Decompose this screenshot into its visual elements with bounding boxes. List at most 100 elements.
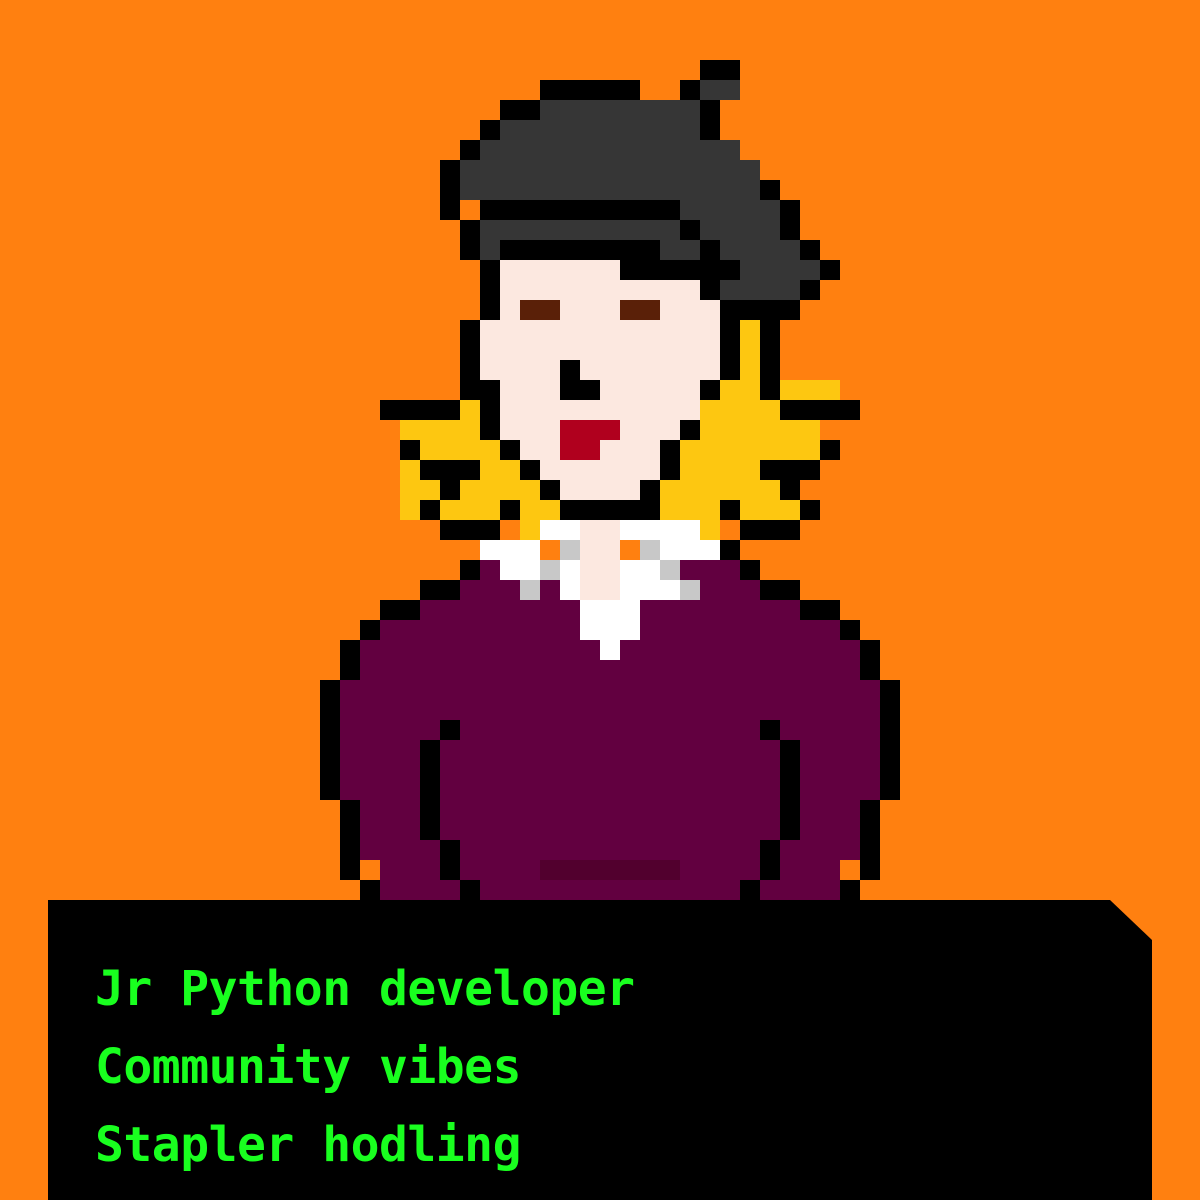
sweater-outline bbox=[860, 640, 880, 680]
hair-outline bbox=[680, 80, 700, 100]
hair-outline bbox=[800, 240, 820, 260]
collar-outline bbox=[720, 540, 740, 560]
sweater-outline bbox=[840, 620, 860, 640]
blonde-hair-left bbox=[520, 520, 540, 540]
arm-line bbox=[420, 740, 440, 840]
hair-outline bbox=[540, 80, 640, 100]
arm-line bbox=[780, 740, 800, 840]
sweater-outline bbox=[340, 800, 360, 880]
hair-outline bbox=[500, 100, 540, 120]
collar-shadow bbox=[540, 560, 560, 580]
blonde-outline bbox=[740, 520, 800, 540]
hair bbox=[700, 80, 740, 100]
nose bbox=[560, 360, 580, 400]
sweater-outline bbox=[840, 880, 860, 900]
collar-shadow bbox=[520, 580, 540, 600]
collar bbox=[580, 620, 640, 640]
hair bbox=[720, 280, 800, 300]
blonde-outline bbox=[400, 440, 420, 460]
arm-line bbox=[760, 720, 780, 740]
blonde-outline bbox=[760, 320, 780, 400]
hair-outline bbox=[820, 260, 840, 280]
face-outline bbox=[680, 420, 700, 440]
blonde-outline bbox=[500, 500, 520, 520]
arm-line bbox=[740, 880, 760, 900]
hair-strand bbox=[500, 240, 660, 260]
blonde-outline bbox=[440, 520, 500, 540]
blonde-outline bbox=[420, 460, 480, 480]
face-outline bbox=[540, 480, 560, 500]
arm-line bbox=[440, 720, 460, 740]
traits-list: Jr Python developer Community vibes Stap… bbox=[95, 950, 635, 1184]
sweater-outline bbox=[380, 600, 420, 620]
arm-line bbox=[760, 840, 780, 880]
hair-strand bbox=[680, 220, 700, 240]
hair-outline bbox=[720, 300, 800, 320]
blonde-outline bbox=[800, 500, 820, 520]
sweater-outline bbox=[740, 560, 760, 580]
collar-outline bbox=[460, 560, 480, 580]
neck bbox=[580, 520, 620, 600]
face-outline bbox=[560, 500, 600, 520]
collar-shadow bbox=[560, 540, 580, 560]
chin-line bbox=[600, 500, 640, 520]
blonde-outline bbox=[380, 400, 460, 420]
face-outline bbox=[520, 460, 540, 480]
hair-outline bbox=[460, 140, 480, 160]
sweater-outline bbox=[320, 680, 340, 800]
hair-strand bbox=[480, 200, 680, 220]
hair bbox=[700, 140, 720, 160]
arm-line bbox=[460, 880, 480, 900]
sweater-outline bbox=[800, 600, 840, 620]
eye-left bbox=[520, 300, 560, 320]
sweater-outline bbox=[360, 620, 380, 640]
face-outline bbox=[460, 380, 500, 400]
hair-strand bbox=[700, 240, 720, 260]
hair-strand bbox=[620, 260, 740, 280]
hair bbox=[540, 100, 640, 120]
sweater-outline bbox=[860, 800, 880, 880]
blonde-outline bbox=[820, 440, 840, 460]
collar-shadow bbox=[680, 580, 700, 600]
face-outline bbox=[700, 380, 720, 400]
collar-shadow bbox=[660, 560, 680, 580]
face-outline bbox=[480, 400, 500, 440]
blonde-outline bbox=[780, 400, 860, 420]
lips bbox=[560, 440, 600, 460]
sweater-outline bbox=[360, 880, 380, 900]
trait-line: Jr Python developer bbox=[95, 961, 635, 1017]
hair-outline bbox=[700, 60, 740, 80]
hair-outline bbox=[780, 200, 800, 240]
blonde-outline bbox=[760, 460, 820, 480]
hair-outline bbox=[760, 180, 780, 200]
collar bbox=[660, 540, 720, 560]
face-outline bbox=[460, 320, 480, 380]
collar bbox=[480, 540, 540, 560]
hair-outline bbox=[700, 100, 720, 140]
sweater-outline bbox=[340, 640, 360, 680]
sweater-outline bbox=[880, 680, 900, 800]
face-outline bbox=[640, 480, 660, 520]
hair-outline bbox=[480, 120, 500, 140]
blonde-outline bbox=[720, 500, 740, 520]
face-outline bbox=[500, 440, 520, 460]
hair-outline bbox=[800, 280, 820, 300]
lips bbox=[560, 420, 620, 440]
blonde-hair-right bbox=[700, 520, 720, 540]
hair-outline bbox=[440, 160, 460, 220]
arm-line bbox=[440, 840, 460, 880]
blonde-outline bbox=[440, 480, 460, 500]
trait-line: Stapler hodling bbox=[95, 1117, 521, 1173]
face-outline bbox=[660, 440, 680, 480]
nose bbox=[580, 380, 600, 400]
collar bbox=[600, 640, 620, 660]
hair bbox=[640, 100, 700, 120]
sweater-pocket bbox=[540, 860, 680, 880]
sweater-outline bbox=[760, 580, 800, 600]
sweater-outline bbox=[420, 580, 460, 600]
hair-outline bbox=[460, 220, 480, 260]
blonde-outline bbox=[780, 480, 800, 500]
collar-shadow bbox=[640, 540, 660, 560]
trait-line: Community vibes bbox=[95, 1039, 521, 1095]
blonde-outline bbox=[420, 500, 440, 520]
